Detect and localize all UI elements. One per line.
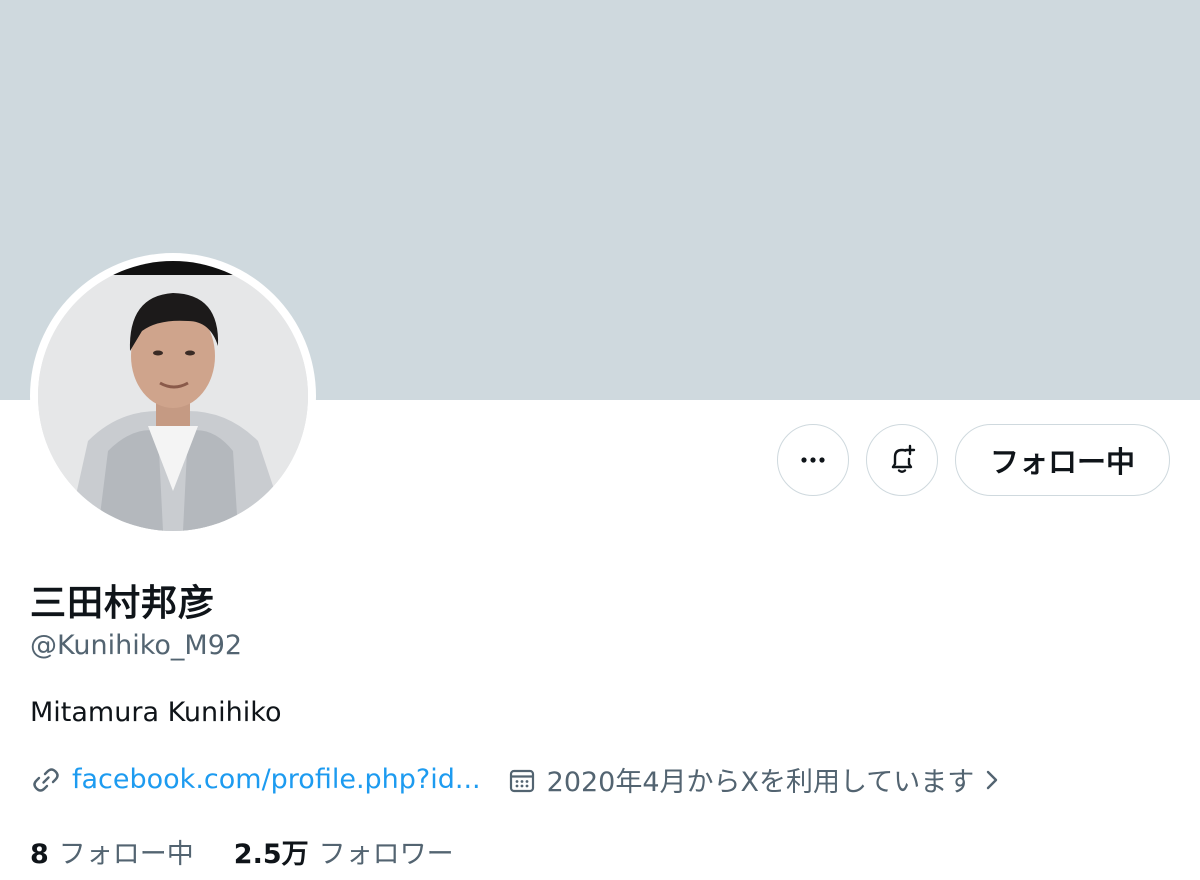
profile-bio: Mitamura Kunihiko xyxy=(30,697,282,728)
followers-label: フォロワー xyxy=(318,839,454,870)
profile-link-text[interactable]: facebook.com/profile.php?id... xyxy=(72,764,481,795)
avatar-photo xyxy=(38,261,308,531)
join-date[interactable]: 2020年4月からXを利用しています xyxy=(507,760,1005,799)
followers-count: 2.5万 xyxy=(233,839,309,870)
bell-plus-icon xyxy=(891,444,916,473)
followers-stat[interactable]: 2.5万 フォロワー xyxy=(234,832,454,871)
profile-link[interactable]: facebook.com/profile.php?id... xyxy=(30,764,481,796)
follow-stats: 8 フォロー中 2.5万 フォロワー xyxy=(30,832,494,871)
profile-actions: フォロー中 xyxy=(776,424,1170,496)
following-label: フォロー中 xyxy=(58,839,194,870)
more-button[interactable] xyxy=(776,424,849,496)
join-date-text: 2020年4月からXを利用しています xyxy=(546,767,975,798)
user-handle: @Kunihiko_M92 xyxy=(30,630,243,661)
avatar-illustration xyxy=(38,261,308,531)
display-name: 三田村邦彦 xyxy=(30,583,216,624)
link-icon xyxy=(33,767,59,792)
following-stat[interactable]: 8 フォロー中 xyxy=(30,832,194,871)
following-button[interactable]: フォロー中 xyxy=(954,424,1170,496)
following-count: 8 xyxy=(30,839,49,870)
more-horizontal-icon xyxy=(801,457,825,463)
calendar-icon xyxy=(509,769,534,792)
profile-avatar[interactable] xyxy=(30,253,316,539)
notify-button[interactable] xyxy=(865,424,938,496)
profile-meta: facebook.com/profile.php?id... 2020年4月から… xyxy=(30,760,1004,799)
chevron-right-icon xyxy=(987,770,998,789)
